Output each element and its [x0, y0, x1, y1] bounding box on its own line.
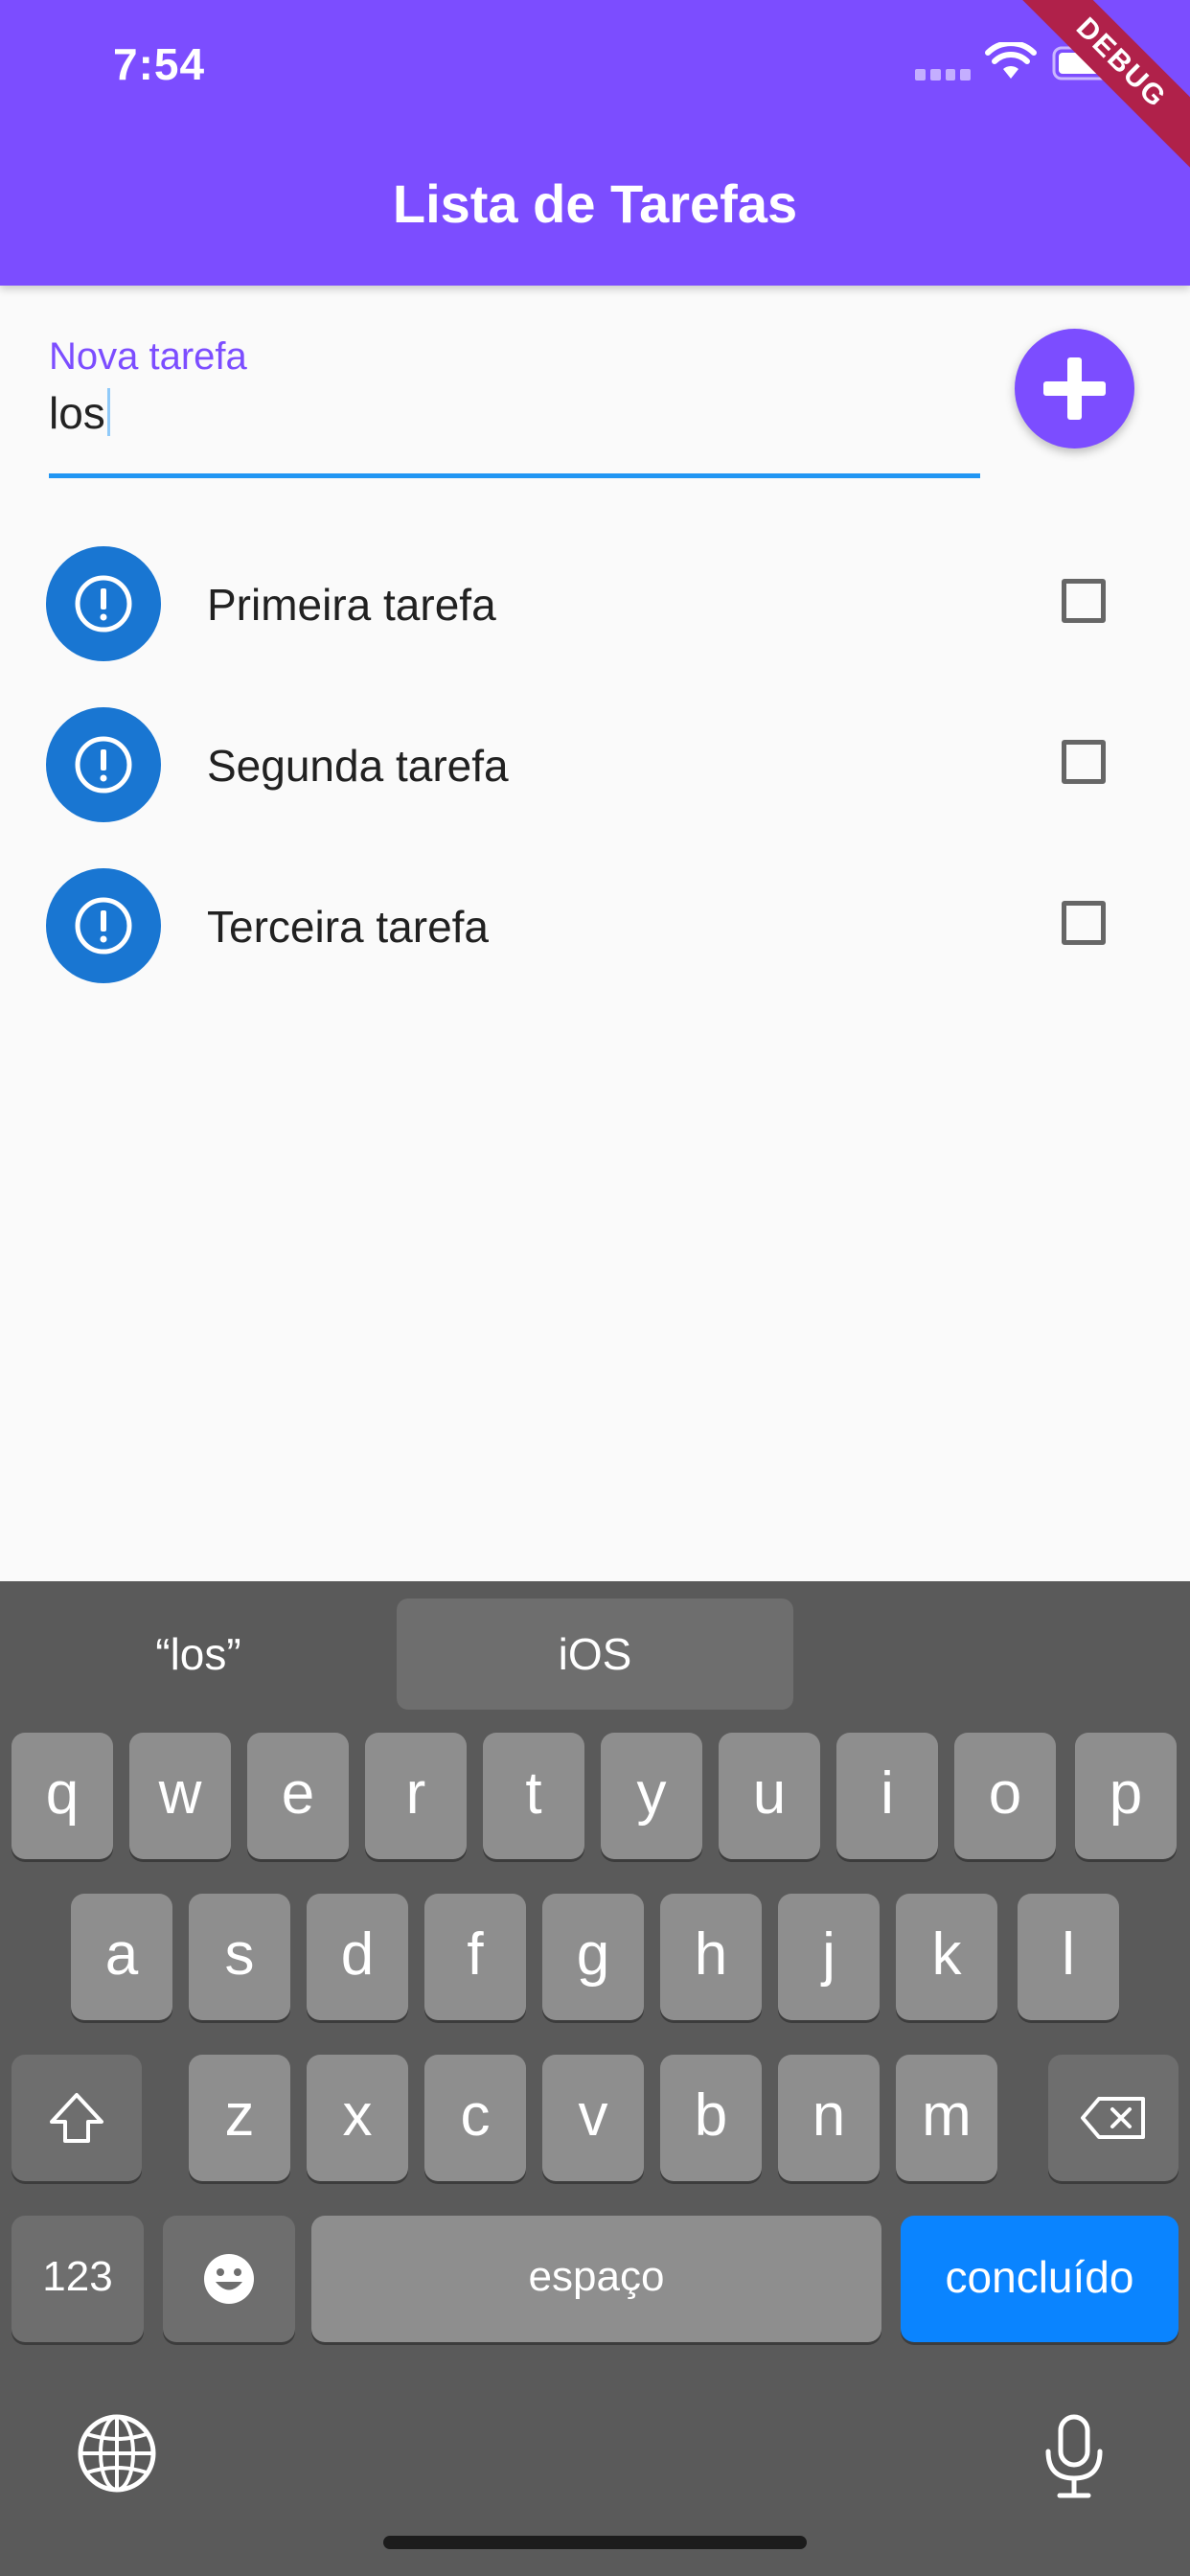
key-g[interactable]: g [542, 1894, 644, 2020]
key-d[interactable]: d [307, 1894, 408, 2020]
key-h[interactable]: h [660, 1894, 762, 2020]
task-avatar [46, 546, 161, 661]
key-f[interactable]: f [424, 1894, 526, 2020]
input-underline [49, 473, 980, 478]
task-list: Primeira tarefa Segunda tarefa Terceira … [0, 523, 1190, 1006]
key-w[interactable]: w [129, 1733, 231, 1859]
key-t[interactable]: t [483, 1733, 584, 1859]
key-r[interactable]: r [365, 1733, 467, 1859]
keyboard: “los” iOS q w e r t y u i o p a s d f g … [0, 1581, 1190, 2576]
alert-icon [75, 897, 132, 954]
new-task-label: Nova tarefa [49, 335, 247, 378]
task-avatar [46, 868, 161, 983]
key-u[interactable]: u [719, 1733, 820, 1859]
task-label: Primeira tarefa [207, 580, 496, 630]
globe-icon[interactable] [77, 2413, 157, 2494]
key-e[interactable]: e [247, 1733, 349, 1859]
list-item[interactable]: Segunda tarefa [0, 684, 1190, 845]
key-q[interactable]: q [11, 1733, 113, 1859]
task-label: Terceira tarefa [207, 902, 490, 952]
task-checkbox[interactable] [1062, 579, 1106, 623]
app-bar: 7:54 DEBUG Lista de Tarefas [0, 0, 1190, 286]
key-n[interactable]: n [778, 2055, 880, 2181]
numbers-key[interactable]: 123 [11, 2216, 144, 2342]
key-o[interactable]: o [954, 1733, 1056, 1859]
alert-icon [75, 736, 132, 794]
key-a[interactable]: a [71, 1894, 172, 2020]
key-c[interactable]: c [424, 2055, 526, 2181]
debug-banner: DEBUG [1015, 0, 1190, 170]
emoji-icon [204, 2254, 254, 2304]
emoji-key[interactable] [163, 2216, 295, 2342]
key-z[interactable]: z [189, 2055, 290, 2181]
key-v[interactable]: v [542, 2055, 644, 2181]
key-b[interactable]: b [660, 2055, 762, 2181]
key-s[interactable]: s [189, 1894, 290, 2020]
microphone-icon[interactable] [1041, 2413, 1108, 2499]
task-checkbox[interactable] [1062, 901, 1106, 945]
key-x[interactable]: x [307, 2055, 408, 2181]
key-i[interactable]: i [836, 1733, 938, 1859]
task-label: Segunda tarefa [207, 741, 509, 791]
key-y[interactable]: y [601, 1733, 702, 1859]
backspace-key[interactable] [1048, 2055, 1179, 2181]
new-task-input[interactable]: los [49, 387, 110, 439]
cellular-signal-icon [915, 69, 971, 80]
key-m[interactable]: m [896, 2055, 997, 2181]
key-k[interactable]: k [896, 1894, 997, 2020]
task-avatar [46, 707, 161, 822]
plus-icon [1043, 357, 1106, 420]
key-p[interactable]: p [1075, 1733, 1177, 1859]
list-item[interactable]: Primeira tarefa [0, 523, 1190, 684]
page-title: Lista de Tarefas [392, 173, 798, 234]
task-checkbox[interactable] [1062, 740, 1106, 784]
new-task-value: los [49, 388, 105, 438]
space-key[interactable]: espaço [311, 2216, 881, 2342]
wifi-icon [985, 42, 1037, 79]
shift-key[interactable] [11, 2055, 142, 2181]
suggestion-literal[interactable]: “los” [0, 1598, 397, 1710]
key-l[interactable]: l [1018, 1894, 1119, 2020]
alert-icon [75, 575, 132, 632]
add-task-button[interactable] [1015, 329, 1134, 448]
key-j[interactable]: j [778, 1894, 880, 2020]
backspace-icon [1081, 2097, 1145, 2139]
home-indicator[interactable] [383, 2536, 807, 2549]
list-item[interactable]: Terceira tarefa [0, 845, 1190, 1006]
status-time: 7:54 [113, 39, 206, 89]
shift-icon [50, 2093, 103, 2143]
done-key[interactable]: concluído [901, 2216, 1179, 2342]
suggestion-autocorrect[interactable]: iOS [397, 1598, 793, 1710]
text-caret [106, 388, 110, 436]
new-task-field[interactable]: Nova tarefa los [49, 335, 980, 481]
